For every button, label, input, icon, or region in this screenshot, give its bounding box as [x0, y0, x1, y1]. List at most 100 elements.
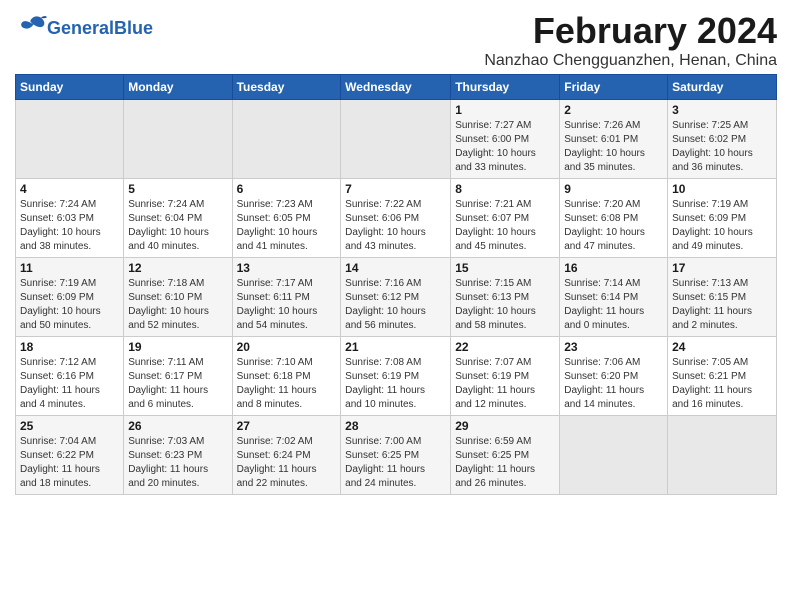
calendar-cell: 13 Sunrise: 7:17 AM Sunset: 6:11 PM Dayli…: [232, 258, 341, 337]
day-info: Sunrise: 7:00 AM Sunset: 6:25 PM Dayligh…: [345, 435, 446, 491]
calendar-cell: 16 Sunrise: 7:14 AM Sunset: 6:14 PM Dayli…: [560, 258, 668, 337]
calendar-week-1: 1 Sunrise: 7:27 AM Sunset: 6:00 PM Daylig…: [16, 100, 777, 179]
day-number: 24: [672, 340, 772, 354]
day-info: Sunrise: 7:02 AM Sunset: 6:24 PM Dayligh…: [237, 435, 337, 491]
calendar-cell: [124, 100, 232, 179]
day-info: Sunrise: 7:16 AM Sunset: 6:12 PM Dayligh…: [345, 277, 446, 333]
logo-icon: [17, 14, 47, 38]
calendar-week-3: 11 Sunrise: 7:19 AM Sunset: 6:09 PM Dayli…: [16, 258, 777, 337]
day-number: 8: [455, 182, 555, 196]
day-number: 26: [128, 419, 227, 433]
day-info: Sunrise: 7:21 AM Sunset: 6:07 PM Dayligh…: [455, 198, 555, 254]
calendar-cell: 25 Sunrise: 7:04 AM Sunset: 6:22 PM Dayli…: [16, 416, 124, 495]
day-number: 7: [345, 182, 446, 196]
calendar-cell: 22 Sunrise: 7:07 AM Sunset: 6:19 PM Dayli…: [451, 337, 560, 416]
calendar-cell: 11 Sunrise: 7:19 AM Sunset: 6:09 PM Dayli…: [16, 258, 124, 337]
day-number: 16: [564, 261, 663, 275]
calendar-header-row: SundayMondayTuesdayWednesdayThursdayFrid…: [16, 75, 777, 100]
calendar-cell: 2 Sunrise: 7:26 AM Sunset: 6:01 PM Daylig…: [560, 100, 668, 179]
day-number: 20: [237, 340, 337, 354]
calendar-cell: [560, 416, 668, 495]
day-info: Sunrise: 7:15 AM Sunset: 6:13 PM Dayligh…: [455, 277, 555, 333]
calendar-cell: 29 Sunrise: 6:59 AM Sunset: 6:25 PM Dayli…: [451, 416, 560, 495]
logo-text: GeneralBlue: [47, 18, 153, 39]
calendar-cell: 23Sunrise: 7:06 AM Sunset: 6:20 PM Dayli…: [560, 337, 668, 416]
calendar-cell: 27 Sunrise: 7:02 AM Sunset: 6:24 PM Dayli…: [232, 416, 341, 495]
calendar-cell: 8 Sunrise: 7:21 AM Sunset: 6:07 PM Daylig…: [451, 179, 560, 258]
calendar-cell: 9Sunrise: 7:20 AM Sunset: 6:08 PM Daylig…: [560, 179, 668, 258]
calendar-cell: 10Sunrise: 7:19 AM Sunset: 6:09 PM Dayli…: [668, 179, 777, 258]
day-number: 11: [20, 261, 119, 275]
calendar-cell: 18Sunrise: 7:12 AM Sunset: 6:16 PM Dayli…: [16, 337, 124, 416]
logo-blue: Blue: [114, 18, 153, 38]
day-number: 14: [345, 261, 446, 275]
calendar-cell: 24 Sunrise: 7:05 AM Sunset: 6:21 PM Dayli…: [668, 337, 777, 416]
calendar-table: SundayMondayTuesdayWednesdayThursdayFrid…: [15, 74, 777, 495]
calendar-cell: 3 Sunrise: 7:25 AM Sunset: 6:02 PM Daylig…: [668, 100, 777, 179]
day-info: Sunrise: 7:10 AM Sunset: 6:18 PM Dayligh…: [237, 356, 337, 412]
day-number: 1: [455, 103, 555, 117]
calendar-cell: [16, 100, 124, 179]
day-info: Sunrise: 7:03 AM Sunset: 6:23 PM Dayligh…: [128, 435, 227, 491]
day-info: Sunrise: 7:14 AM Sunset: 6:14 PM Dayligh…: [564, 277, 663, 333]
page-container: GeneralBlue February 2024 Nanzhao Chengg…: [0, 0, 792, 505]
day-number: 21: [345, 340, 446, 354]
day-number: 5: [128, 182, 227, 196]
day-info: Sunrise: 7:08 AM Sunset: 6:19 PM Dayligh…: [345, 356, 446, 412]
calendar-cell: 7Sunrise: 7:22 AM Sunset: 6:06 PM Daylig…: [341, 179, 451, 258]
day-info: Sunrise: 7:13 AM Sunset: 6:15 PM Dayligh…: [672, 277, 772, 333]
day-info: Sunrise: 7:25 AM Sunset: 6:02 PM Dayligh…: [672, 119, 772, 175]
day-number: 27: [237, 419, 337, 433]
day-number: 4: [20, 182, 119, 196]
day-number: 29: [455, 419, 555, 433]
calendar-week-2: 4 Sunrise: 7:24 AM Sunset: 6:03 PM Daylig…: [16, 179, 777, 258]
day-number: 28: [345, 419, 446, 433]
calendar-week-5: 25 Sunrise: 7:04 AM Sunset: 6:22 PM Dayli…: [16, 416, 777, 495]
day-info: Sunrise: 7:04 AM Sunset: 6:22 PM Dayligh…: [20, 435, 119, 491]
calendar-cell: [341, 100, 451, 179]
day-header-saturday: Saturday: [668, 75, 777, 100]
day-number: 12: [128, 261, 227, 275]
calendar-cell: 12 Sunrise: 7:18 AM Sunset: 6:10 PM Dayli…: [124, 258, 232, 337]
calendar-cell: 26 Sunrise: 7:03 AM Sunset: 6:23 PM Dayli…: [124, 416, 232, 495]
day-info: Sunrise: 7:23 AM Sunset: 6:05 PM Dayligh…: [237, 198, 337, 254]
day-info: Sunrise: 7:19 AM Sunset: 6:09 PM Dayligh…: [20, 277, 119, 333]
calendar-cell: 1 Sunrise: 7:27 AM Sunset: 6:00 PM Daylig…: [451, 100, 560, 179]
day-info: Sunrise: 7:26 AM Sunset: 6:01 PM Dayligh…: [564, 119, 663, 175]
header: GeneralBlue February 2024 Nanzhao Chengg…: [15, 10, 777, 70]
calendar-cell: 20 Sunrise: 7:10 AM Sunset: 6:18 PM Dayli…: [232, 337, 341, 416]
calendar-cell: 17 Sunrise: 7:13 AM Sunset: 6:15 PM Dayli…: [668, 258, 777, 337]
day-info: Sunrise: 7:27 AM Sunset: 6:00 PM Dayligh…: [455, 119, 555, 175]
calendar-week-4: 18Sunrise: 7:12 AM Sunset: 6:16 PM Dayli…: [16, 337, 777, 416]
day-number: 13: [237, 261, 337, 275]
calendar-cell: 6Sunrise: 7:23 AM Sunset: 6:05 PM Daylig…: [232, 179, 341, 258]
day-header-wednesday: Wednesday: [341, 75, 451, 100]
day-number: 25: [20, 419, 119, 433]
day-info: Sunrise: 7:20 AM Sunset: 6:08 PM Dayligh…: [564, 198, 663, 254]
day-number: 2: [564, 103, 663, 117]
day-info: Sunrise: 7:18 AM Sunset: 6:10 PM Dayligh…: [128, 277, 227, 333]
calendar-cell: 5 Sunrise: 7:24 AM Sunset: 6:04 PM Daylig…: [124, 179, 232, 258]
day-number: 3: [672, 103, 772, 117]
day-number: 22: [455, 340, 555, 354]
title-block: February 2024 Nanzhao Chengguanzhen, Hen…: [484, 10, 777, 70]
day-info: Sunrise: 7:05 AM Sunset: 6:21 PM Dayligh…: [672, 356, 772, 412]
day-header-monday: Monday: [124, 75, 232, 100]
day-info: Sunrise: 7:24 AM Sunset: 6:04 PM Dayligh…: [128, 198, 227, 254]
day-info: Sunrise: 7:17 AM Sunset: 6:11 PM Dayligh…: [237, 277, 337, 333]
day-number: 10: [672, 182, 772, 196]
day-info: Sunrise: 6:59 AM Sunset: 6:25 PM Dayligh…: [455, 435, 555, 491]
day-info: Sunrise: 7:11 AM Sunset: 6:17 PM Dayligh…: [128, 356, 227, 412]
calendar-cell: 14 Sunrise: 7:16 AM Sunset: 6:12 PM Dayli…: [341, 258, 451, 337]
calendar-cell: 19 Sunrise: 7:11 AM Sunset: 6:17 PM Dayli…: [124, 337, 232, 416]
logo: GeneralBlue: [15, 14, 153, 43]
day-number: 17: [672, 261, 772, 275]
day-info: Sunrise: 7:07 AM Sunset: 6:19 PM Dayligh…: [455, 356, 555, 412]
day-header-friday: Friday: [560, 75, 668, 100]
day-info: Sunrise: 7:24 AM Sunset: 6:03 PM Dayligh…: [20, 198, 119, 254]
day-info: Sunrise: 7:06 AM Sunset: 6:20 PM Dayligh…: [564, 356, 663, 412]
day-number: 19: [128, 340, 227, 354]
subtitle: Nanzhao Chengguanzhen, Henan, China: [484, 52, 777, 70]
day-number: 18: [20, 340, 119, 354]
logo-general: General: [47, 18, 114, 38]
